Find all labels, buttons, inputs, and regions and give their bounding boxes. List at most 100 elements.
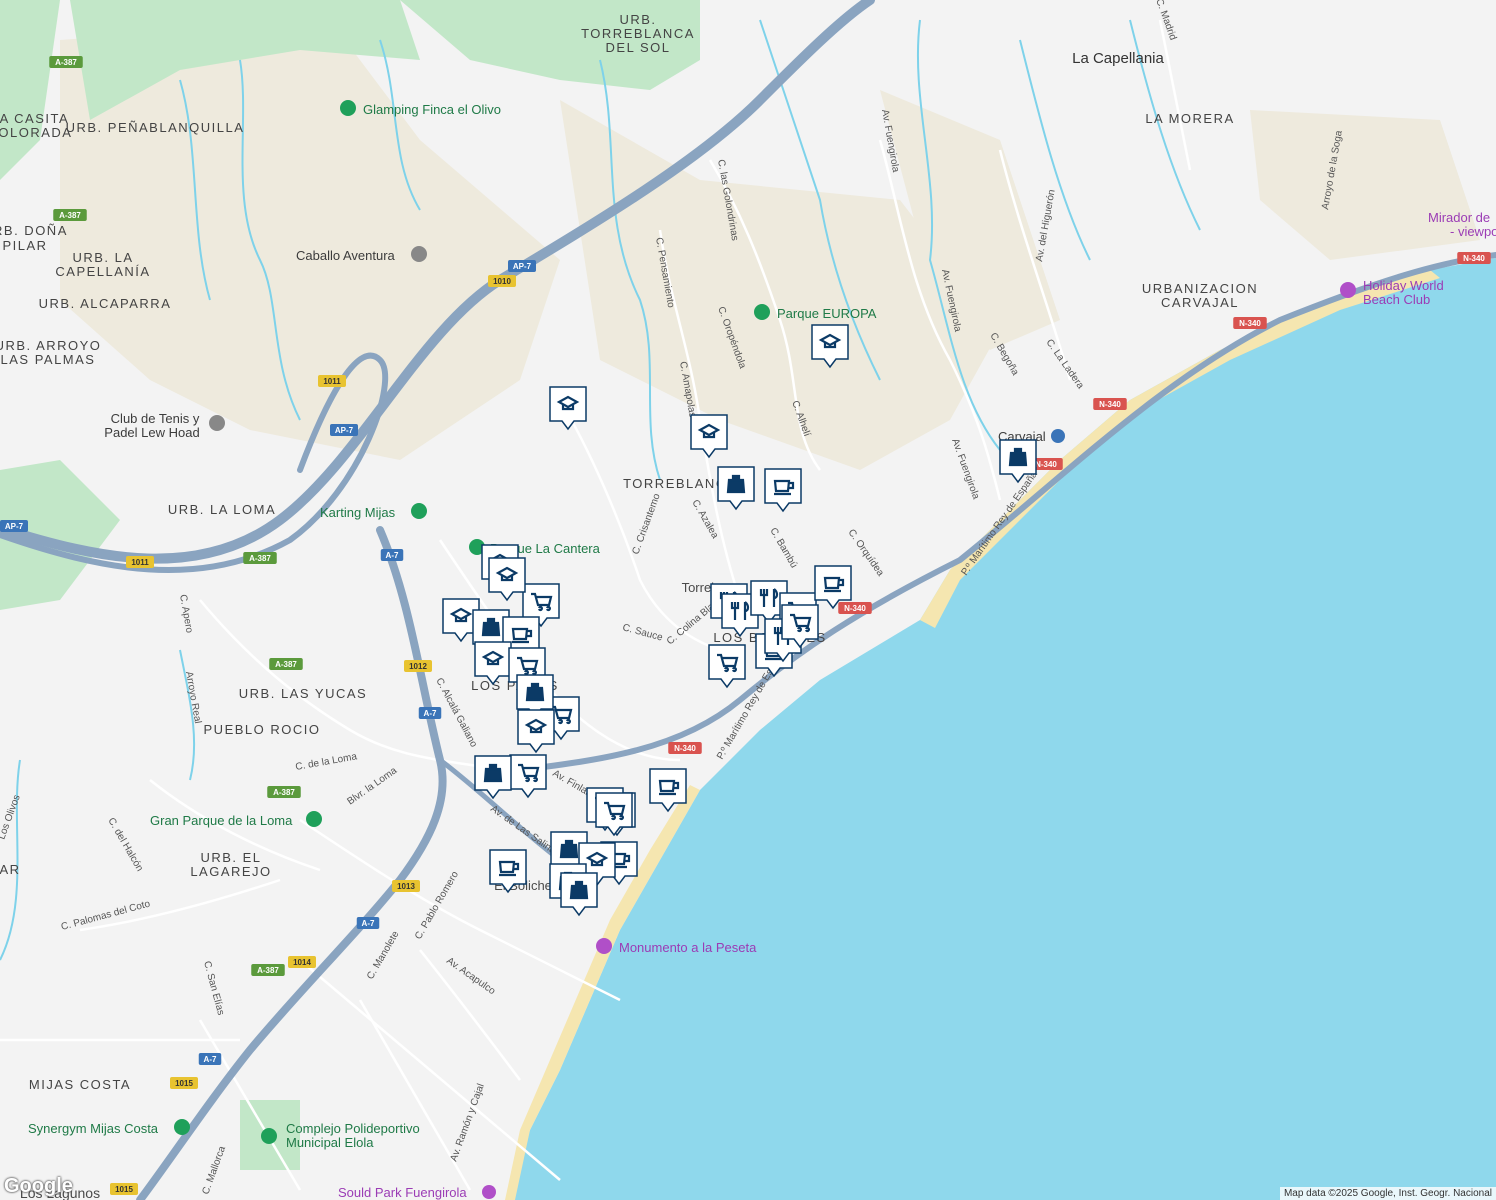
- svg-text:N-340: N-340: [1035, 460, 1057, 469]
- svg-text:Complejo Polideportivo: Complejo Polideportivo: [286, 1121, 420, 1136]
- svg-text:N-340: N-340: [1463, 254, 1485, 263]
- place-icon: [209, 415, 225, 431]
- svg-text:1011: 1011: [131, 558, 149, 567]
- road-shield-1011a: 1011: [318, 375, 346, 387]
- road-shield-1011b: 1011: [126, 556, 154, 568]
- road-shield-1015a: 1015: [170, 1077, 198, 1089]
- area-label: URB. DOÑA: [0, 223, 68, 238]
- area-label: URBANIZACION: [1142, 281, 1258, 296]
- svg-text:1010: 1010: [493, 277, 511, 286]
- road-shield-n340-5: N-340: [838, 602, 872, 614]
- svg-text:Parque EUROPA: Parque EUROPA: [777, 306, 877, 321]
- road-shield-a387-5: A-387: [267, 786, 301, 798]
- area-label: URB. ALCAPARRA: [39, 296, 172, 311]
- road-shield-a7-3: A-7: [356, 917, 380, 929]
- svg-text:1014: 1014: [293, 958, 311, 967]
- road-shield-n340-6: N-340: [668, 742, 702, 754]
- place-icon: [261, 1128, 277, 1144]
- area-label: URB. LA: [72, 250, 133, 265]
- svg-text:A-387: A-387: [275, 660, 297, 669]
- road-shield-1012: 1012: [404, 660, 432, 672]
- road-shield-a387-2: A-387: [53, 209, 87, 221]
- road-shield-n340-3: N-340: [1093, 398, 1127, 410]
- svg-text:A-387: A-387: [249, 554, 271, 563]
- svg-text:1015: 1015: [115, 1185, 133, 1194]
- svg-text:A-387: A-387: [257, 966, 279, 975]
- svg-text:Beach Club: Beach Club: [1363, 292, 1430, 307]
- svg-text:Caballo Aventura: Caballo Aventura: [296, 248, 396, 263]
- road-shield-a7-4: A-7: [198, 1053, 222, 1065]
- poi-glamping: Glamping Finca el Olivo: [340, 100, 501, 117]
- area-label: LAGAREJO: [190, 864, 271, 879]
- train-icon: [1051, 429, 1065, 443]
- svg-text:Municipal Elola: Municipal Elola: [286, 1135, 374, 1150]
- svg-text:Sould Park Fuengirola: Sould Park Fuengirola: [338, 1185, 467, 1200]
- road-shield-a387-1: A-387: [49, 56, 83, 68]
- svg-text:A-7: A-7: [362, 919, 375, 928]
- area-label: CAPELLANÍA: [55, 264, 150, 279]
- area-label: PILAR: [2, 238, 47, 253]
- svg-text:1012: 1012: [409, 662, 427, 671]
- road-shield-n340-2: N-340: [1233, 317, 1267, 329]
- svg-text:A-387: A-387: [59, 211, 81, 220]
- road-shield-1015b: 1015: [110, 1183, 138, 1195]
- google-logo: Google: [4, 1175, 73, 1197]
- attraction-icon: [1340, 282, 1356, 298]
- camera-icon: [596, 938, 612, 954]
- map-attribution[interactable]: Map data ©2025 Google, Inst. Geogr. Naci…: [1279, 1187, 1496, 1200]
- road-shield-a387-4: A-387: [269, 658, 303, 670]
- road-shield-a7-2: A-7: [418, 707, 442, 719]
- svg-text:N-340: N-340: [844, 604, 866, 613]
- svg-text:A-387: A-387: [55, 58, 77, 67]
- park-icon: [306, 811, 322, 827]
- svg-text:AP-7: AP-7: [513, 262, 532, 271]
- svg-text:Gran Parque de la Loma: Gran Parque de la Loma: [150, 813, 293, 828]
- area-label: La Capellania: [1072, 50, 1164, 67]
- road-shield-1010: 1010: [488, 275, 516, 287]
- area-label: DEL SOL: [606, 40, 671, 55]
- svg-text:A-7: A-7: [424, 709, 437, 718]
- svg-text:N-340: N-340: [674, 744, 696, 753]
- svg-text:Glamping Finca el Olivo: Glamping Finca el Olivo: [363, 102, 501, 117]
- road-shield-1014: 1014: [288, 956, 316, 968]
- svg-text:Mirador de: Mirador de: [1428, 210, 1490, 225]
- park-icon: [754, 304, 770, 320]
- road-shield-ap7-2: AP-7: [330, 424, 358, 436]
- place-icon: [174, 1119, 190, 1135]
- campground-icon: [340, 100, 356, 116]
- svg-text:AP-7: AP-7: [5, 522, 24, 531]
- map-canvas[interactable]: URB. TORREBLANCA DEL SOL La Capellania L…: [0, 0, 1496, 1200]
- svg-text:N-340: N-340: [1239, 319, 1261, 328]
- area-label: MIJAS COSTA: [29, 1077, 131, 1092]
- svg-text:Padel Lew Hoad: Padel Lew Hoad: [104, 425, 199, 440]
- poi-monumento: Monumento a la Peseta: [596, 938, 757, 955]
- area-label: LA CASITA: [0, 111, 69, 126]
- svg-text:Club de Tenis y: Club de Tenis y: [111, 411, 200, 426]
- area-label: URB. EL: [200, 850, 261, 865]
- svg-text:A-387: A-387: [273, 788, 295, 797]
- area-label: URB.: [619, 12, 656, 27]
- road-shield-1013: 1013: [392, 880, 420, 892]
- svg-text:A-7: A-7: [204, 1055, 217, 1064]
- svg-text:Monumento a la Peseta: Monumento a la Peseta: [619, 940, 757, 955]
- road-shield-a387-6: A-387: [251, 964, 285, 976]
- svg-text:Synergym Mijas Costa: Synergym Mijas Costa: [28, 1121, 159, 1136]
- area-label: AR: [0, 862, 21, 877]
- area-label: LA MORERA: [1145, 111, 1234, 126]
- area-label: COLORADA: [0, 125, 72, 140]
- area-label: URB. LAS YUCAS: [239, 686, 367, 701]
- area-label: PUEBLO ROCIO: [204, 722, 321, 737]
- area-label: URB. ARROYO: [0, 338, 101, 353]
- place-icon: [411, 246, 427, 262]
- place-icon: [482, 1185, 496, 1199]
- road-shield-a387-3: A-387: [243, 552, 277, 564]
- area-label: URB. PEÑABLANQUILLA: [66, 120, 245, 135]
- place-icon: [411, 503, 427, 519]
- road-shield-ap7-1: AP-7: [508, 260, 536, 272]
- svg-text:A-7: A-7: [386, 551, 399, 560]
- svg-text:- viewpo: - viewpo: [1450, 224, 1496, 239]
- svg-text:1015: 1015: [175, 1079, 193, 1088]
- svg-text:AP-7: AP-7: [335, 426, 354, 435]
- svg-text:1011: 1011: [323, 377, 341, 386]
- svg-text:N-340: N-340: [1099, 400, 1121, 409]
